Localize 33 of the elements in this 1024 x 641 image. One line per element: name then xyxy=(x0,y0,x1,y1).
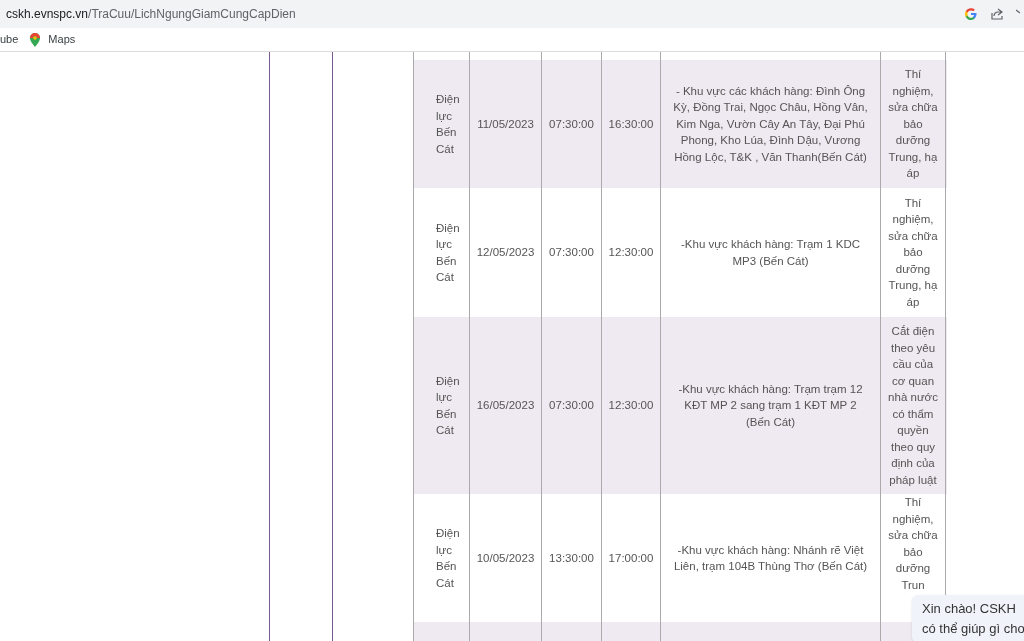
table-cell-text: -Khu vực khách hàng: Trạm 1 KDC MP3 (Bến Cát) xyxy=(680,237,861,269)
chat-message: có thể giúp gì cho xyxy=(922,620,1024,638)
table-cell-text: Điện lực Bến Cát xyxy=(436,92,461,157)
table-cell-text: 12:30:00 xyxy=(608,398,654,414)
map-pin-icon xyxy=(30,32,41,47)
chat-popup[interactable]: Xin chào! CSKH có thể giúp gì cho xyxy=(912,595,1024,641)
table-cell-text: Điện lực Bến Cát xyxy=(436,220,461,285)
table-cell-text: Điện lực Bến Cát xyxy=(436,373,461,438)
table-cell-text: -Khu vực khách hàng: Trạm trạm 12 KĐT MP 2 sang trạm 1 KĐT MP 2 (Bến Cát) xyxy=(677,381,864,430)
table-cell-text: 07:30:00 xyxy=(549,116,594,132)
table-cell-text: Thí nghiệm, sửa chữa bảo dưỡng Trun xyxy=(887,495,939,593)
bookmark-link[interactable]: ube xyxy=(0,31,19,48)
share-icon[interactable] xyxy=(991,8,1004,20)
table-cell-text: -Khu vực khách hàng: Nhánh rẽ Việt Liên, trạm 104B Thùng Thơ (Bến Cát) xyxy=(672,542,869,574)
table-cell-text: Điện lực Bến Cát xyxy=(436,526,461,591)
bookmark-link[interactable]: Maps xyxy=(30,31,76,48)
table-cell-text: Cắt điện theo yêu cầu của cơ quan nhà nước có thẩm quyền theo quy định của pháp luật xyxy=(887,324,939,488)
table-cell-text: 07:30:00 xyxy=(549,398,594,414)
chat-message: Xin chào! CSKH xyxy=(922,600,1017,618)
table-cell-text: 17:00:00 xyxy=(608,550,654,566)
table-cell-text: 12/05/2023 xyxy=(476,245,535,261)
table-cell-text: 13:30:00 xyxy=(549,550,594,566)
table-cell-text: Thí nghiệm, sửa chữa bảo dưỡng Trung, hạ áp xyxy=(887,67,939,182)
table-cell-text: 16/05/2023 xyxy=(476,398,535,414)
url-field[interactable]: cskh.evnspc.vn/TraCuu/LichNgungGiamCungCapDien xyxy=(6,5,296,23)
table-cell-text: 11/05/2023 xyxy=(477,116,534,132)
table-cell-text: 10/05/2023 xyxy=(476,550,535,566)
table-cell-text: 12:30:00 xyxy=(608,245,654,261)
table-cell-text: - Khu vực các khách hàng: Đình Ông Kỳ, Đồng Trai, Ngọc Châu, Hồng Vân, Kim Nga, Vườn Cây An Tây, Đại Phú Phong, Kho Lúa, Đình Dậu, Vương Hồng Lộc, T&K , Văn Thanh(Bến Cát) xyxy=(672,83,869,165)
table-cell-text: Thí nghiệm, sửa chữa bảo dưỡng Trung, hạ áp xyxy=(887,195,939,310)
table-cell-text: 16:30:00 xyxy=(608,116,654,132)
table-cell-text: 07:30:00 xyxy=(549,245,594,261)
google-icon[interactable] xyxy=(965,8,977,20)
